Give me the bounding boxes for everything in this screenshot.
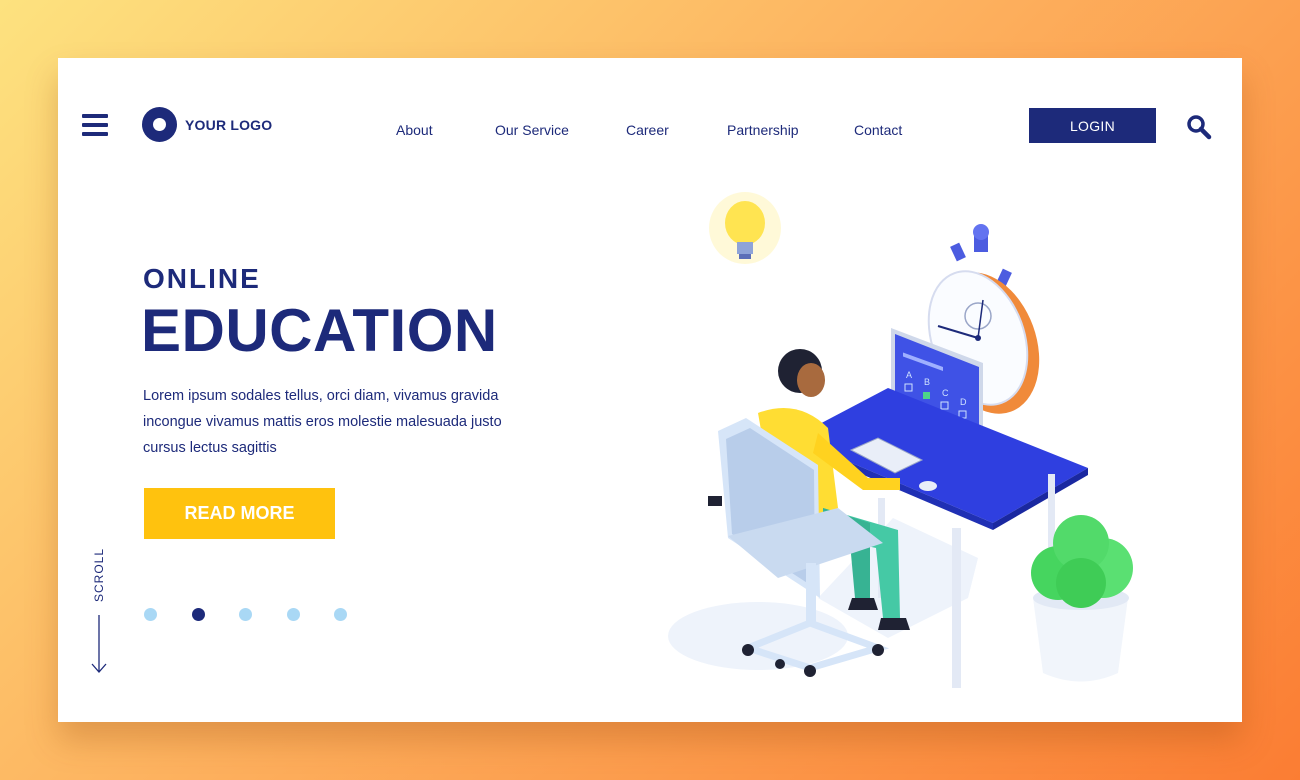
logo-mark-icon — [142, 107, 177, 142]
screen-option-a: A — [906, 370, 912, 380]
search-icon[interactable] — [1186, 114, 1212, 140]
chair-shadow — [668, 602, 848, 670]
screen-option-d: D — [960, 397, 967, 407]
pagination-dots — [144, 608, 382, 621]
nav-contact[interactable]: Contact — [854, 122, 902, 138]
nav-career[interactable]: Career — [626, 122, 669, 138]
hero-kicker: ONLINE — [143, 263, 261, 294]
pagination-dot[interactable] — [334, 608, 347, 621]
pagination-dot[interactable] — [239, 608, 252, 621]
nav-about[interactable]: About — [396, 122, 433, 138]
logo[interactable]: YOUR LOGO — [142, 107, 272, 142]
nav-our-service[interactable]: Our Service — [495, 122, 569, 138]
nav-partnership[interactable]: Partnership — [727, 122, 799, 138]
pagination-dot[interactable] — [144, 608, 157, 621]
mouse — [919, 481, 937, 491]
light-bulb-icon — [709, 192, 781, 264]
hamburger-menu-icon[interactable] — [82, 114, 110, 136]
hero-headline: EDUCATION — [141, 297, 498, 364]
logo-text: YOUR LOGO — [185, 116, 273, 133]
login-button[interactable]: LOGIN — [1029, 108, 1156, 143]
online-education-illustration: A B C D — [668, 192, 1133, 688]
landing-card: YOUR LOGO About Our Service Career Partn… — [58, 58, 1242, 722]
hero-description: Lorem ipsum sodales tellus, orci diam, v… — [143, 388, 502, 456]
scroll-label: SCROLL — [92, 547, 106, 602]
potted-plant — [1031, 515, 1133, 682]
screen-option-c: C — [942, 388, 949, 398]
pagination-dot-active[interactable] — [191, 608, 205, 621]
read-more-button[interactable]: READ MORE — [144, 488, 335, 539]
scroll-down-arrow-icon[interactable] — [89, 615, 109, 675]
pagination-dot[interactable] — [286, 608, 300, 621]
screen-option-b: B — [924, 377, 930, 387]
